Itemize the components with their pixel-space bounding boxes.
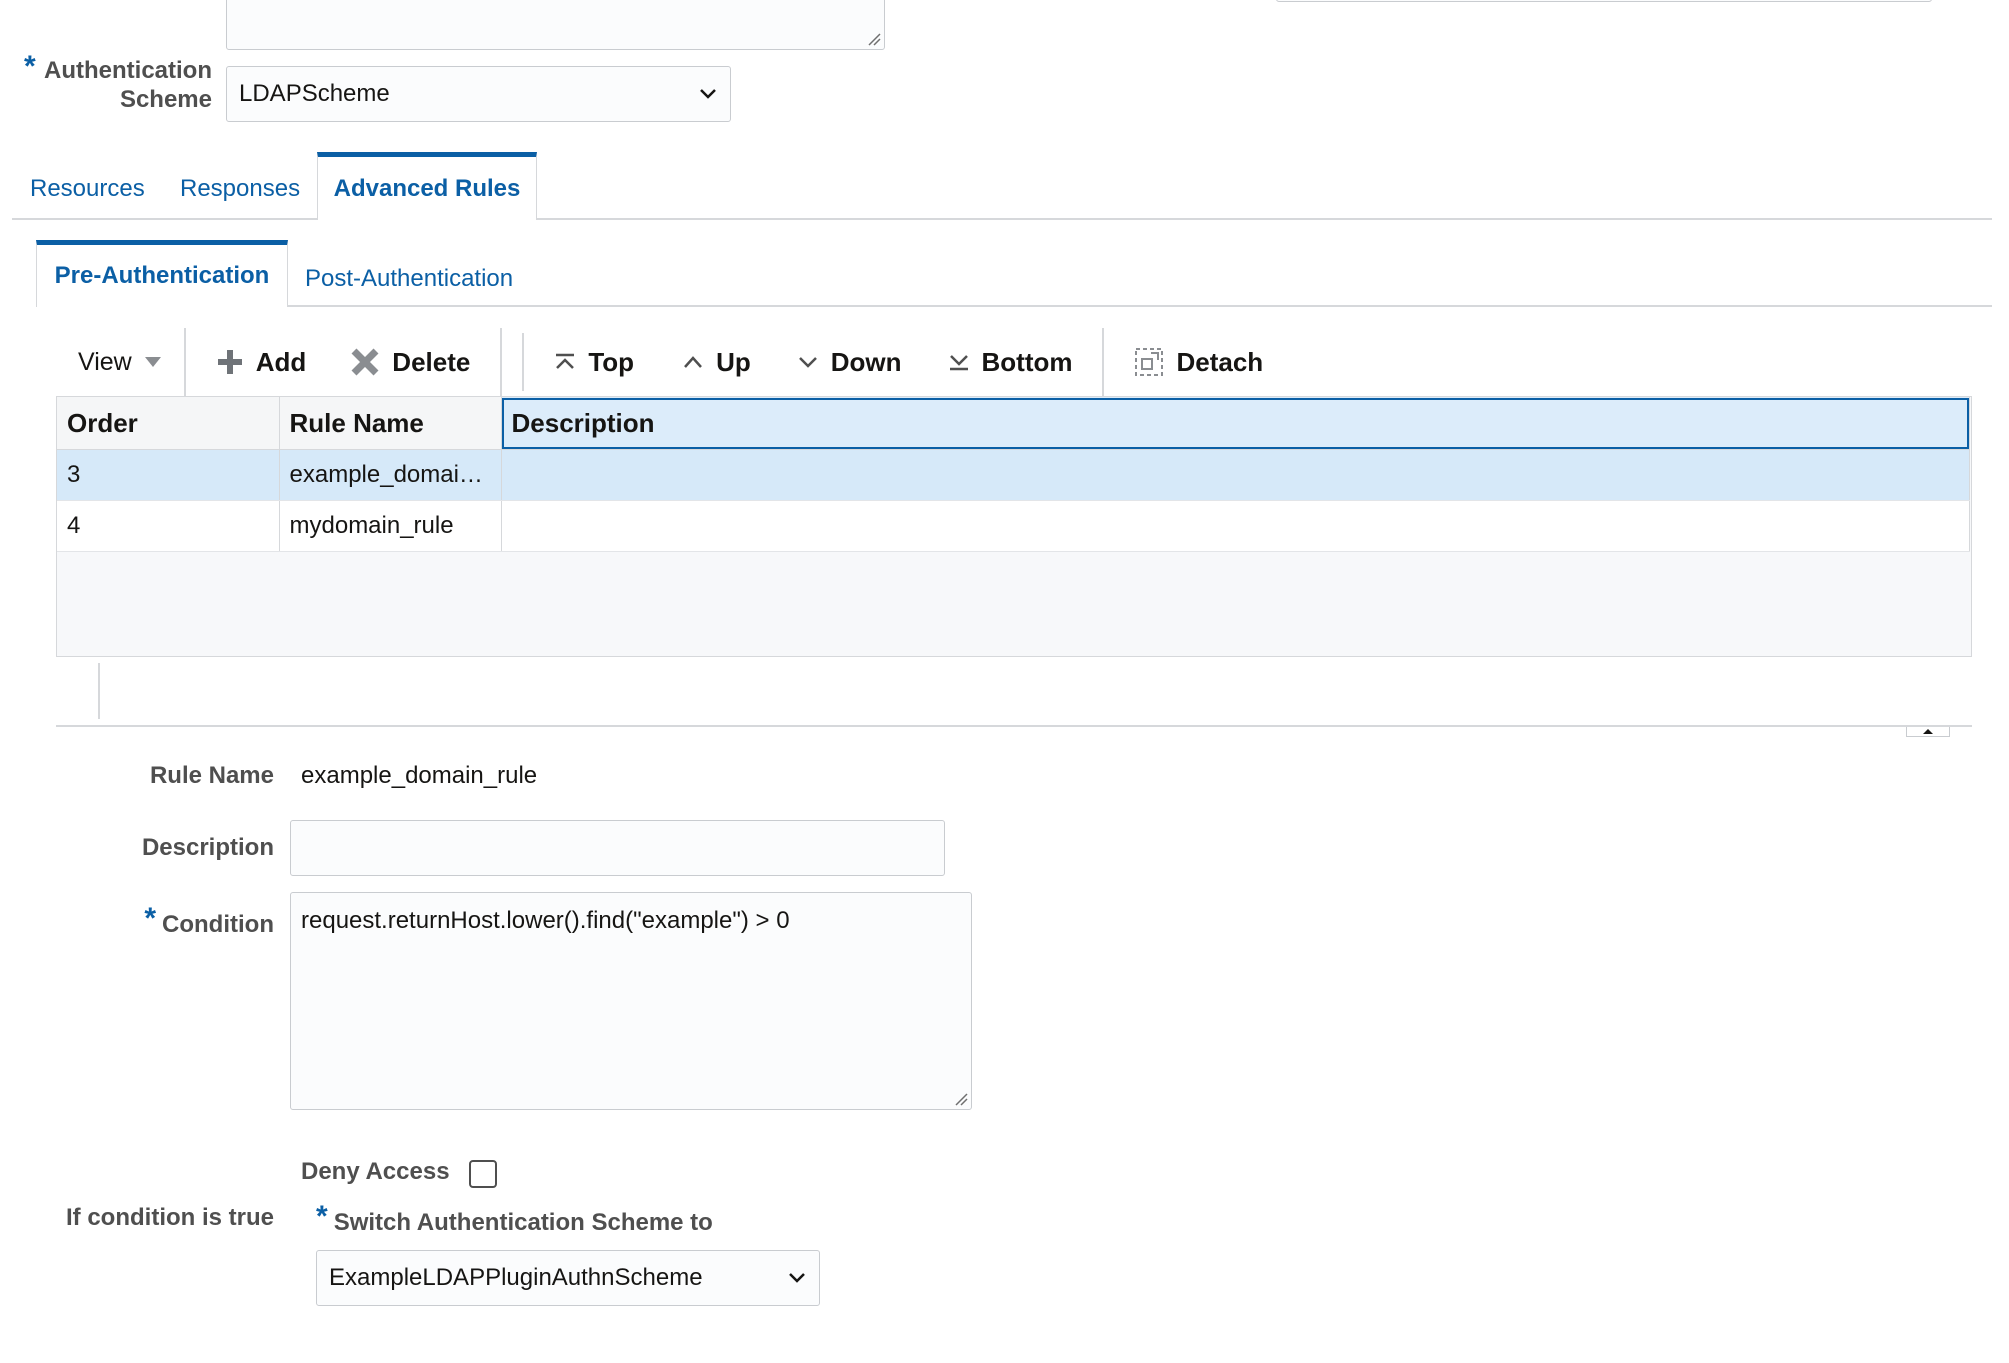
- move-bottom-button[interactable]: Bottom: [948, 347, 1072, 378]
- auth-scheme-select[interactable]: LDAPScheme: [226, 66, 731, 122]
- table-row[interactable]: 3 example_domai…: [57, 449, 1970, 501]
- sub-tab-bar: [36, 305, 1992, 307]
- toolbar-separator: [183, 328, 186, 396]
- resize-grip-icon: [955, 1093, 968, 1106]
- deny-access-checkbox[interactable]: [469, 1160, 497, 1188]
- plus-icon: [217, 350, 242, 374]
- dropdown-triangle-icon: [144, 357, 161, 367]
- collapse-toggle[interactable]: [1906, 727, 1950, 737]
- rules-table: Order Rule Name Description 3 example_do…: [57, 397, 1970, 552]
- chevron-down-icon: [700, 89, 716, 99]
- switch-scheme-label: * Switch Authentication Scheme to: [316, 1200, 713, 1236]
- collapse-up-icon: [1923, 729, 1933, 734]
- add-button[interactable]: Add: [216, 347, 306, 378]
- required-marker: *: [316, 1200, 328, 1233]
- view-menu[interactable]: View: [56, 348, 184, 377]
- resize-grip-icon: [868, 33, 881, 46]
- table-row[interactable]: 4 mydomain_rule: [57, 500, 1970, 552]
- required-marker: *: [144, 902, 157, 935]
- delete-button[interactable]: Delete: [350, 347, 470, 378]
- deny-access-label: Deny Access: [301, 1158, 450, 1185]
- rule-name-value: example_domain_rule: [301, 762, 538, 789]
- tab-advanced-rules[interactable]: Advanced Rules: [317, 152, 537, 220]
- toolbar-separator: [522, 333, 525, 391]
- cell-description: [501, 500, 1970, 552]
- toolbar-separator: [500, 328, 503, 396]
- cell-description: [501, 449, 1970, 501]
- move-bottom-icon: [949, 355, 968, 371]
- required-marker: *: [24, 50, 36, 83]
- top-textarea[interactable]: [226, 0, 885, 50]
- column-header-rule-name[interactable]: Rule Name: [279, 397, 502, 450]
- condition-label: * Condition: [144, 902, 274, 938]
- detail-splitter[interactable]: [56, 725, 1972, 727]
- detach-button[interactable]: Detach: [1134, 347, 1263, 378]
- cell-rule-name: example_domai…: [279, 449, 502, 501]
- chevron-down-icon: [798, 357, 817, 368]
- toolbar: View Add Delete Top Up Down Bottom Detac…: [56, 328, 1976, 396]
- top-right-field[interactable]: [1276, 0, 1932, 2]
- if-condition-label: If condition is true: [66, 1204, 274, 1231]
- move-down-button[interactable]: Down: [797, 347, 902, 378]
- move-top-icon: [556, 353, 575, 369]
- cell-rule-name: mydomain_rule: [279, 500, 502, 552]
- chevron-up-icon: [684, 356, 702, 368]
- delete-x-icon: [351, 348, 379, 376]
- description-input[interactable]: [290, 820, 945, 876]
- main-tab-bar: [12, 218, 1992, 220]
- auth-scheme-label: * Authentication Scheme: [24, 50, 212, 114]
- column-header-description[interactable]: Description: [501, 397, 1970, 450]
- description-label: Description: [141, 834, 274, 861]
- chevron-down-icon: [789, 1273, 805, 1283]
- toolbar-separator: [1102, 328, 1105, 396]
- scroll-divider: [98, 663, 100, 719]
- tab-post-authentication[interactable]: Post-Authentication: [305, 265, 513, 293]
- rules-table-container: Order Rule Name Description 3 example_do…: [56, 396, 1972, 657]
- column-header-order[interactable]: Order: [57, 397, 280, 450]
- table-header-row: Order Rule Name Description: [57, 397, 1970, 450]
- tab-responses[interactable]: Responses: [180, 175, 300, 203]
- tab-pre-authentication[interactable]: Pre-Authentication: [36, 240, 288, 307]
- rule-name-label: Rule Name: [149, 762, 274, 789]
- move-top-button[interactable]: Top: [554, 347, 634, 378]
- move-up-button[interactable]: Up: [682, 347, 751, 378]
- condition-textarea[interactable]: request.returnHost.lower().find("example…: [290, 892, 972, 1110]
- detach-icon: [1135, 348, 1164, 376]
- switch-scheme-select[interactable]: ExampleLDAPPluginAuthnScheme: [316, 1250, 820, 1306]
- cell-order: 3: [57, 449, 280, 501]
- cell-order: 4: [57, 500, 280, 552]
- tab-resources[interactable]: Resources: [30, 175, 145, 203]
